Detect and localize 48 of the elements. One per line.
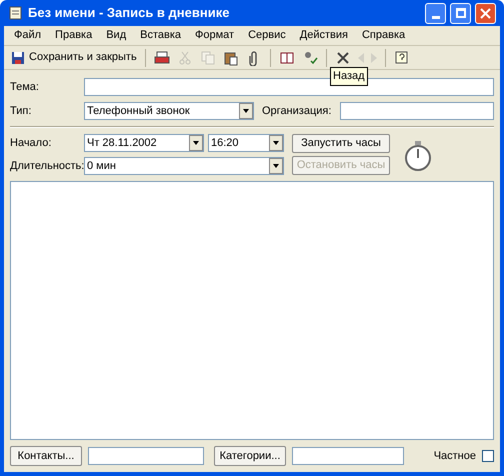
caret-icon bbox=[273, 141, 279, 145]
contacts-field[interactable] bbox=[88, 447, 204, 465]
journal-icon bbox=[8, 5, 24, 21]
private-checkbox[interactable] bbox=[482, 450, 494, 462]
right-arrow-icon bbox=[370, 52, 377, 62]
categories-field[interactable] bbox=[292, 447, 404, 465]
contacts-button[interactable]: Контакты... bbox=[10, 446, 82, 466]
menu-item[interactable]: Вставка bbox=[140, 27, 182, 44]
type-dropdown[interactable]: Телефонный звонок bbox=[84, 102, 254, 120]
save-close-button[interactable]: Сохранить и закрыть bbox=[8, 48, 139, 68]
menu-item[interactable]: Формат bbox=[195, 27, 234, 44]
caret-icon bbox=[273, 164, 279, 168]
book-icon bbox=[278, 50, 295, 66]
help-icon bbox=[394, 50, 410, 66]
tooltip: Назад bbox=[330, 67, 368, 86]
clipboard-icon bbox=[222, 50, 239, 66]
company-label: Организация: bbox=[262, 104, 332, 119]
minimize-button[interactable] bbox=[425, 2, 446, 24]
menu-item[interactable]: Сервис bbox=[248, 27, 286, 44]
duration-dropdown[interactable]: 0 мин bbox=[84, 157, 284, 175]
menu-item[interactable]: Действия bbox=[300, 27, 348, 44]
stopwatch-icon bbox=[404, 140, 432, 172]
type-label: Тип: bbox=[10, 104, 32, 119]
private-label: Частное bbox=[434, 448, 476, 464]
date-dropdown[interactable]: Чт 28.11.2002 bbox=[84, 134, 204, 152]
time-dropdown[interactable]: 16:20 bbox=[208, 134, 284, 152]
duration-label: Длительность: bbox=[10, 158, 84, 174]
copy-icon bbox=[200, 50, 216, 66]
menu-item[interactable]: Файл bbox=[14, 27, 42, 44]
close-icon bbox=[480, 8, 491, 18]
menu-item[interactable]: Правка bbox=[55, 27, 92, 44]
scissors-icon bbox=[176, 50, 193, 66]
company-field[interactable] bbox=[340, 102, 494, 120]
categories-button[interactable]: Категории... bbox=[214, 446, 286, 466]
cross-icon bbox=[334, 50, 351, 66]
printer-icon bbox=[154, 50, 170, 66]
save-icon bbox=[10, 50, 26, 66]
start-timer-button[interactable]: Запустить часы bbox=[292, 134, 390, 153]
maximize-button[interactable] bbox=[450, 2, 471, 24]
left-arrow-icon bbox=[358, 52, 364, 62]
window-title: Без имени - Запись в дневнике bbox=[28, 4, 230, 22]
menu-item[interactable]: Справка bbox=[362, 27, 406, 44]
caret-icon bbox=[243, 109, 249, 113]
subject-label: Тема: bbox=[10, 80, 40, 95]
caret-icon bbox=[193, 141, 199, 145]
start-label: Начало: bbox=[10, 136, 52, 151]
close-button[interactable] bbox=[475, 2, 496, 24]
menu-item[interactable]: Вид bbox=[106, 27, 126, 44]
